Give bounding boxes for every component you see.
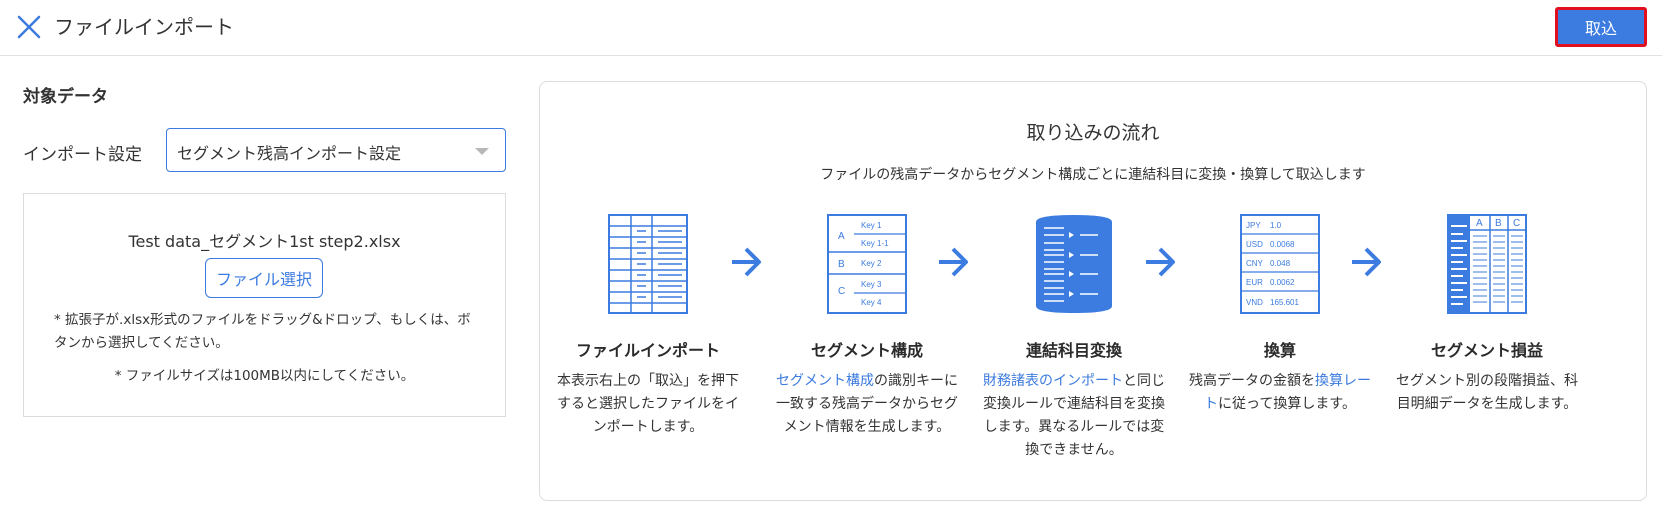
- currency-code: JPY: [1246, 221, 1261, 230]
- step-desc-account-conversion: 財務諸表のインポートと同じ変換ルールで連結科目を変換します。異なるルールでは変換…: [983, 373, 1165, 458]
- currency-rate: 165.601: [1270, 298, 1299, 307]
- profit-loss-table-icon: A B C: [1447, 214, 1527, 318]
- column-header-c: C: [1513, 218, 1520, 229]
- step-title-account-conversion: 連結科目変換: [1025, 341, 1122, 360]
- step-title-translation: 換算: [1263, 341, 1296, 360]
- key-label: Key 2: [861, 259, 882, 268]
- spreadsheet-icon: [608, 214, 688, 318]
- step-desc-segment-pl: セグメント別の段階損益、科目明細データを生成します。: [1396, 373, 1578, 412]
- selected-file-name: Test data_セグメント1st step2.xlsx: [128, 232, 401, 251]
- column-header-a: A: [1476, 218, 1483, 229]
- flow-subtitle: ファイルの残高データからセグメント構成ごとに連結科目に変換・換算して取込します: [820, 167, 1366, 183]
- key-label: Key 3: [861, 280, 882, 289]
- step-title-file-import: ファイルインポート: [575, 341, 720, 360]
- file-dropzone[interactable]: Test data_セグメント1st step2.xlsx ファイル選択 * 拡…: [23, 193, 506, 417]
- flow-title: 取り込みの流れ: [1026, 122, 1160, 144]
- document-list-icon: [1034, 214, 1114, 318]
- section-title: 対象データ: [23, 87, 108, 107]
- arrow-right-icon: [728, 244, 764, 280]
- file-size-note: * ファイルサイズは100MB以内にしてください。: [114, 368, 415, 384]
- page-title: ファイルインポート: [54, 15, 234, 39]
- key-label: Key 1: [861, 221, 882, 230]
- select-file-button[interactable]: ファイル選択: [205, 258, 323, 298]
- arrow-right-icon: [935, 244, 971, 280]
- segment-config-link[interactable]: セグメント構成: [776, 373, 874, 389]
- currency-code: CNY: [1246, 259, 1264, 268]
- group-label-a: A: [838, 231, 845, 242]
- group-label-c: C: [838, 286, 845, 297]
- key-label: Key 1-1: [861, 239, 889, 248]
- step-title-segment-pl: セグメント損益: [1430, 341, 1543, 360]
- key-label: Key 4: [861, 298, 882, 307]
- arrow-right-icon: [1142, 244, 1178, 280]
- currency-rate: 1.0: [1270, 221, 1282, 230]
- extension-note: * 拡張子が.xlsx形式のファイルをドラッグ&ドロップ、もしくは、ボタンから選…: [54, 312, 471, 351]
- step-title-segment: セグメント構成: [810, 341, 923, 360]
- segment-keys-icon: A B C Key 1 Key 1-1 Key 2 Key 3 Key 4: [827, 214, 907, 318]
- import-button[interactable]: 取込: [1555, 7, 1647, 47]
- import-flow-panel: 取り込みの流れ ファイルの残高データからセグメント構成ごとに連結科目に変換・換算…: [539, 81, 1647, 501]
- currency-rate-icon: JPY 1.0 USD 0.0068 CNY 0.048 EUR 0.0062 …: [1240, 214, 1320, 318]
- import-setting-label: インポート設定: [23, 145, 142, 165]
- step-desc-file-import: 本表示右上の「取込」を押下すると選択したファイルをインポートします。: [557, 373, 739, 435]
- import-setting-value: セグメント残高インポート設定: [177, 144, 402, 163]
- step-desc-segment: セグメント構成の識別キーに一致する残高データからセグメント情報を生成します。: [776, 373, 958, 435]
- group-label-b: B: [838, 259, 845, 270]
- column-header-b: B: [1495, 218, 1502, 229]
- currency-rate: 0.0062: [1270, 278, 1295, 287]
- step-desc-translation: 残高データの金額を換算レートに従って換算します。: [1189, 373, 1371, 412]
- currency-rate: 0.048: [1270, 259, 1291, 268]
- currency-rate: 0.0068: [1270, 240, 1295, 249]
- import-setting-select[interactable]: セグメント残高インポート設定: [166, 128, 506, 172]
- chevron-down-icon: [475, 148, 489, 155]
- fs-import-link[interactable]: 財務諸表のインポート: [983, 373, 1123, 389]
- currency-code: USD: [1246, 240, 1263, 249]
- header-bar: ファイルインポート 取込: [0, 0, 1662, 56]
- currency-code: EUR: [1246, 278, 1263, 287]
- close-icon[interactable]: [14, 12, 44, 42]
- currency-code: VND: [1246, 298, 1263, 307]
- arrow-right-icon: [1348, 244, 1384, 280]
